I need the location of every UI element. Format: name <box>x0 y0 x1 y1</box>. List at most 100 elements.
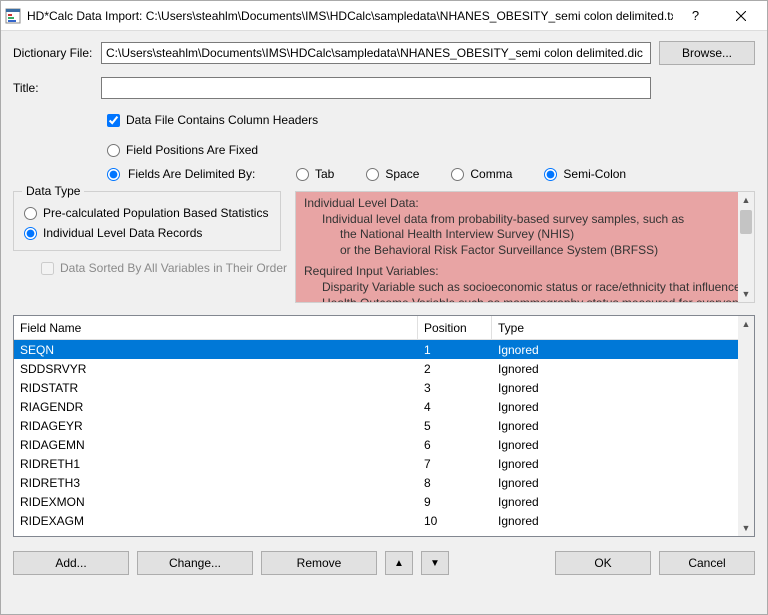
info-scrollbar[interactable]: ▲ ▼ <box>738 192 754 302</box>
cell-type: Ignored <box>492 400 754 414</box>
scroll-down-icon[interactable]: ▼ <box>738 286 754 302</box>
cell-type: Ignored <box>492 514 754 528</box>
data-type-fieldset: Data Type Pre-calculated Population Base… <box>13 191 281 251</box>
delimiter-tab-label: Tab <box>315 167 334 181</box>
cell-field-name: RIAGENDR <box>14 400 418 414</box>
cell-position: 2 <box>418 362 492 376</box>
fields-table: Field Name Position Type SEQN1IgnoredSDD… <box>13 315 755 537</box>
cell-position: 9 <box>418 495 492 509</box>
title-label: Title: <box>13 81 93 95</box>
delimiter-tab-radio[interactable] <box>296 168 309 181</box>
cell-type: Ignored <box>492 362 754 376</box>
table-row[interactable]: RIDAGEMN6Ignored <box>14 435 754 454</box>
table-scrollbar[interactable]: ▲ ▼ <box>738 316 754 536</box>
info-line: the National Health Interview Survey (NH… <box>304 227 746 243</box>
cell-field-name: RIDSTATR <box>14 381 418 395</box>
contains-headers-checkbox[interactable] <box>107 114 120 127</box>
sorted-label: Data Sorted By All Variables in Their Or… <box>60 261 287 275</box>
cell-type: Ignored <box>492 495 754 509</box>
cell-field-name: RIDAGEMN <box>14 438 418 452</box>
delimiter-comma-radio[interactable] <box>451 168 464 181</box>
dictionary-file-input[interactable] <box>101 42 651 64</box>
table-row[interactable]: SEQN1Ignored <box>14 340 754 359</box>
scroll-thumb[interactable] <box>740 210 752 234</box>
cell-type: Ignored <box>492 381 754 395</box>
scroll-up-icon[interactable]: ▲ <box>738 192 754 208</box>
individual-label: Individual Level Data Records <box>43 226 202 240</box>
remove-button[interactable]: Remove <box>261 551 377 575</box>
info-line: Individual level data from probability-b… <box>304 212 746 228</box>
table-row[interactable]: RIDEXAGM10Ignored <box>14 511 754 530</box>
cell-position: 7 <box>418 457 492 471</box>
table-row[interactable]: RIDEXMON9Ignored <box>14 492 754 511</box>
cancel-button[interactable]: Cancel <box>659 551 755 575</box>
precalc-radio[interactable] <box>24 207 37 220</box>
cell-position: 8 <box>418 476 492 490</box>
cell-position: 10 <box>418 514 492 528</box>
data-type-legend: Data Type <box>22 184 84 198</box>
scroll-up-icon[interactable]: ▲ <box>738 316 754 332</box>
delimiter-space-radio[interactable] <box>366 168 379 181</box>
delimiter-semicolon-label: Semi-Colon <box>563 167 626 181</box>
table-header: Field Name Position Type <box>14 316 754 340</box>
cell-field-name: RIDRETH1 <box>14 457 418 471</box>
table-row[interactable]: RIDRETH38Ignored <box>14 473 754 492</box>
contains-headers-label: Data File Contains Column Headers <box>126 113 318 127</box>
table-row[interactable]: SDDSRVYR2Ignored <box>14 359 754 378</box>
col-position[interactable]: Position <box>418 316 492 339</box>
cell-field-name: SDDSRVYR <box>14 362 418 376</box>
table-row[interactable]: RIDRETH17Ignored <box>14 454 754 473</box>
cell-type: Ignored <box>492 438 754 452</box>
scroll-down-icon[interactable]: ▼ <box>738 520 754 536</box>
info-line: or the Behavioral Risk Factor Surveillan… <box>304 243 746 259</box>
sorted-checkbox <box>41 262 54 275</box>
fixed-positions-label: Field Positions Are Fixed <box>126 143 258 157</box>
cell-field-name: RIDEXMON <box>14 495 418 509</box>
delimited-by-radio[interactable] <box>107 168 120 181</box>
close-button[interactable] <box>718 1 763 30</box>
cell-type: Ignored <box>492 457 754 471</box>
cell-field-name: SEQN <box>14 343 418 357</box>
info-heading-2: Required Input Variables: <box>304 264 746 280</box>
cell-type: Ignored <box>492 419 754 433</box>
dictionary-file-label: Dictionary File: <box>13 46 93 60</box>
cell-position: 3 <box>418 381 492 395</box>
dialog-content: Dictionary File: Browse... Title: Data F… <box>1 31 767 614</box>
dialog-window: HD*Calc Data Import: C:\Users\steahlm\Do… <box>0 0 768 615</box>
add-button[interactable]: Add... <box>13 551 129 575</box>
delimiter-semicolon-radio[interactable] <box>544 168 557 181</box>
col-field-name[interactable]: Field Name <box>14 316 418 339</box>
fixed-positions-radio[interactable] <box>107 144 120 157</box>
window-title: HD*Calc Data Import: C:\Users\steahlm\Do… <box>27 9 673 23</box>
cell-field-name: RIDRETH3 <box>14 476 418 490</box>
cell-position: 4 <box>418 400 492 414</box>
cell-position: 1 <box>418 343 492 357</box>
change-button[interactable]: Change... <box>137 551 253 575</box>
table-row[interactable]: RIDSTATR3Ignored <box>14 378 754 397</box>
delimited-by-label: Fields Are Delimited By: <box>128 167 258 181</box>
help-button[interactable]: ? <box>673 1 718 30</box>
delimiter-comma-label: Comma <box>470 167 512 181</box>
cell-type: Ignored <box>492 476 754 490</box>
move-up-button[interactable]: ▲ <box>385 551 413 575</box>
individual-radio[interactable] <box>24 227 37 240</box>
cell-position: 6 <box>418 438 492 452</box>
table-row[interactable]: RIAGENDR4Ignored <box>14 397 754 416</box>
cell-position: 5 <box>418 419 492 433</box>
browse-button[interactable]: Browse... <box>659 41 755 65</box>
col-type[interactable]: Type <box>492 316 754 339</box>
info-line: Health Outcome Variable such as mammogra… <box>304 296 746 303</box>
ok-button[interactable]: OK <box>555 551 651 575</box>
cell-type: Ignored <box>492 343 754 357</box>
delimiter-space-label: Space <box>385 167 419 181</box>
move-down-button[interactable]: ▼ <box>421 551 449 575</box>
precalc-label: Pre-calculated Population Based Statisti… <box>43 206 268 220</box>
title-input[interactable] <box>101 77 651 99</box>
info-line: Disparity Variable such as socioeconomic… <box>304 280 746 296</box>
cell-field-name: RIDAGEYR <box>14 419 418 433</box>
info-panel: Individual Level Data: Individual level … <box>295 191 755 303</box>
app-icon <box>5 8 21 24</box>
titlebar: HD*Calc Data Import: C:\Users\steahlm\Do… <box>1 1 767 31</box>
table-row[interactable]: RIDAGEYR5Ignored <box>14 416 754 435</box>
cell-field-name: RIDEXAGM <box>14 514 418 528</box>
